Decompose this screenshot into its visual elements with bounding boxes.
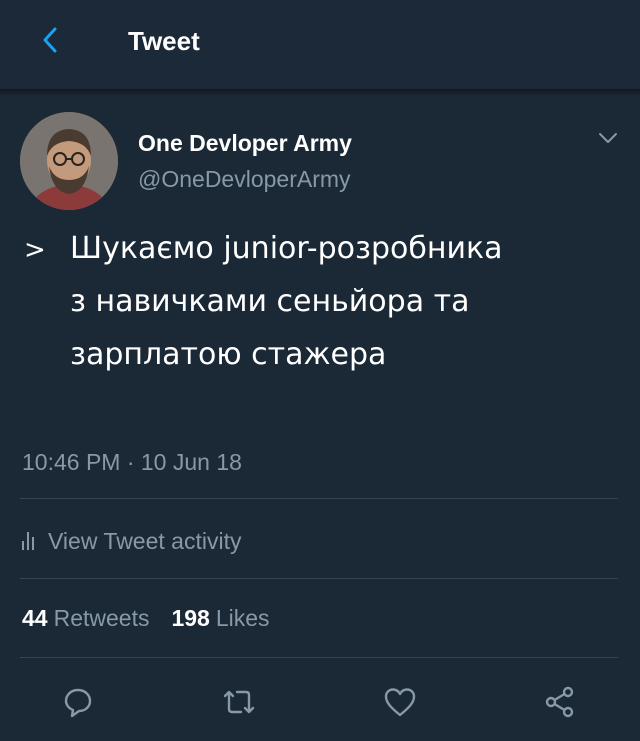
divider bbox=[20, 498, 618, 499]
tweet-timestamp: 10:46 PM · 10 Jun 18 bbox=[22, 449, 242, 475]
likes-count[interactable]: 198 bbox=[171, 605, 209, 632]
reply-button[interactable] bbox=[58, 682, 98, 722]
like-button[interactable] bbox=[380, 682, 420, 722]
top-bar: Tweet bbox=[0, 0, 640, 90]
retweets-label[interactable]: Retweets bbox=[54, 605, 150, 632]
page-title: Tweet bbox=[128, 26, 200, 56]
share-icon bbox=[545, 686, 574, 718]
chevron-left-icon bbox=[43, 27, 57, 53]
chevron-down-icon bbox=[599, 133, 617, 143]
likes-label[interactable]: Likes bbox=[216, 605, 270, 632]
divider bbox=[20, 657, 618, 658]
retweet-icon bbox=[223, 690, 255, 714]
back-button[interactable] bbox=[34, 20, 66, 60]
user-handle[interactable]: @OneDevloperArmy bbox=[138, 166, 351, 193]
view-tweet-activity-button[interactable]: View Tweet activity bbox=[22, 526, 241, 556]
like-icon bbox=[384, 688, 416, 717]
tweet-line: > Шукаємо junior-розробника bbox=[24, 222, 624, 275]
tweet-line: з навичками сеньйора та bbox=[70, 284, 470, 319]
divider bbox=[20, 578, 618, 579]
reply-icon bbox=[64, 688, 92, 718]
tweet-line: зарплатою стажера bbox=[70, 337, 387, 372]
activity-label: View Tweet activity bbox=[48, 527, 242, 554]
share-button[interactable] bbox=[540, 682, 580, 722]
tweet-text: > Шукаємо junior-розробника з навичками с… bbox=[24, 222, 624, 381]
user-name[interactable]: One Devloper Army bbox=[138, 130, 352, 157]
avatar-photo bbox=[20, 112, 118, 210]
more-options-button[interactable] bbox=[594, 124, 622, 152]
retweet-button[interactable] bbox=[219, 682, 259, 722]
header-shadow bbox=[0, 90, 640, 96]
bar-chart-icon bbox=[22, 532, 34, 550]
engagement-stats: 44 Retweets 198 Likes bbox=[22, 605, 292, 632]
avatar[interactable] bbox=[20, 112, 118, 210]
retweets-count[interactable]: 44 bbox=[22, 605, 48, 632]
quote-mark: > bbox=[24, 235, 46, 265]
